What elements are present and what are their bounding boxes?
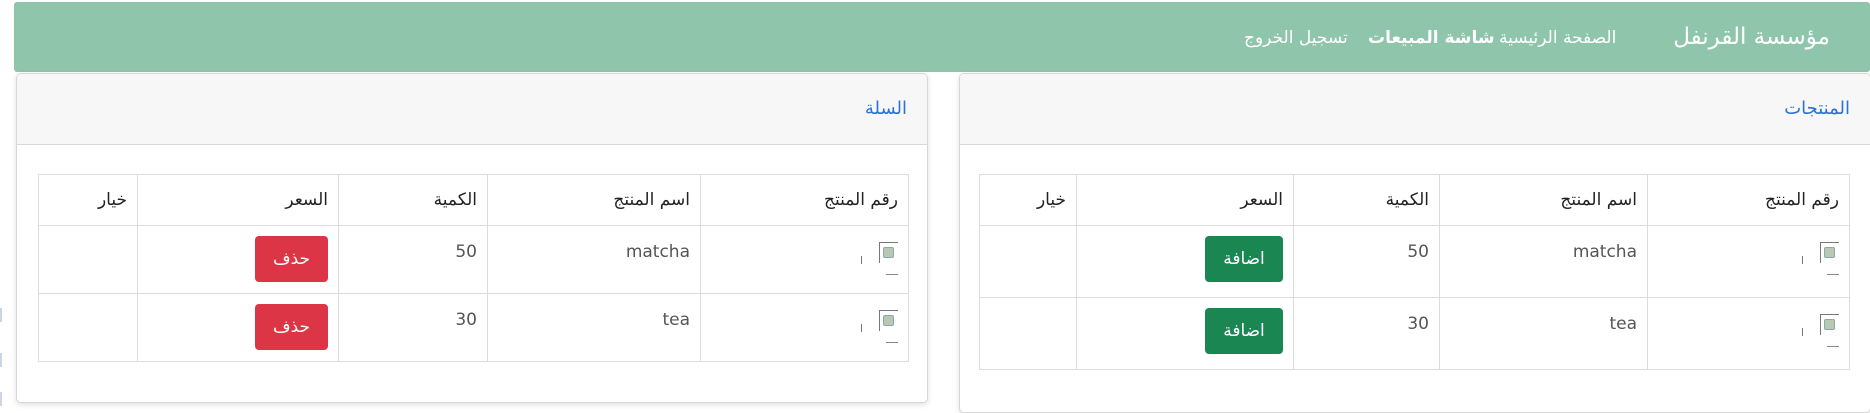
product-price-cell: اضافة (1076, 297, 1294, 370)
product-name-cell: tea (1439, 297, 1648, 370)
table-row: tea 30 حذف (38, 293, 909, 362)
product-name-cell: matcha (1439, 225, 1648, 298)
cart-name-cell: matcha (487, 225, 701, 294)
delete-button[interactable]: حذف (255, 304, 328, 350)
nav-link-logout[interactable]: تسجيل الخروج (1244, 28, 1348, 48)
cart-table: رقم المنتج اسم المنتج الكمية السعر خيار … (38, 174, 909, 362)
product-option-cell (979, 297, 1077, 370)
products-table: رقم المنتج اسم المنتج الكمية السعر خيار … (979, 174, 1850, 370)
top-navbar: مؤسسة القرنفل الصفحة الرئيسية شاشة المبي… (14, 2, 1870, 72)
products-title: المنتجات (1784, 98, 1850, 119)
col-header-product-id: رقم المنتج (700, 174, 909, 226)
broken-image-icon (1802, 242, 1839, 276)
scroll-marker (0, 353, 2, 367)
cart-option-cell (38, 293, 138, 362)
nav-link-sales[interactable]: شاشة المبيعات (1368, 28, 1495, 48)
cart-title: السلة (864, 98, 907, 119)
cart-image-cell (700, 293, 909, 362)
product-qty-cell: 50 (1293, 225, 1440, 298)
cart-header-row: رقم المنتج اسم المنتج الكمية السعر خيار (38, 174, 909, 226)
product-option-cell (979, 225, 1077, 298)
products-card-header: المنتجات (960, 74, 1870, 145)
cart-option-cell (38, 225, 138, 294)
scroll-marker (0, 392, 2, 406)
cart-image-cell (700, 225, 909, 294)
table-row: tea 30 اضافة (979, 297, 1850, 370)
col-header-price: السعر (1076, 174, 1294, 226)
col-header-product-name: اسم المنتج (487, 174, 701, 226)
table-row: matcha 50 حذف (38, 225, 909, 294)
col-header-price: السعر (137, 174, 339, 226)
add-button[interactable]: اضافة (1205, 236, 1283, 282)
cart-price-cell: حذف (137, 225, 339, 294)
table-row: matcha 50 اضافة (979, 225, 1850, 298)
cart-qty-cell: 50 (338, 225, 488, 294)
product-image-cell (1647, 297, 1850, 370)
product-image-cell (1647, 225, 1850, 298)
col-header-product-name: اسم المنتج (1439, 174, 1648, 226)
delete-button[interactable]: حذف (255, 236, 328, 282)
col-header-option: خيار (979, 174, 1077, 226)
broken-image-icon (861, 242, 898, 276)
col-header-product-id: رقم المنتج (1647, 174, 1850, 226)
cart-card: السلة رقم المنتج اسم المنتج الكمية السعر… (16, 73, 928, 403)
col-header-quantity: الكمية (1293, 174, 1440, 226)
products-header-row: رقم المنتج اسم المنتج الكمية السعر خيار (979, 174, 1850, 226)
product-price-cell: اضافة (1076, 225, 1294, 298)
broken-image-icon (1802, 314, 1839, 348)
nav-link-home[interactable]: الصفحة الرئيسية (1499, 28, 1616, 48)
cart-qty-cell: 30 (338, 293, 488, 362)
col-header-quantity: الكمية (338, 174, 488, 226)
cart-name-cell: tea (487, 293, 701, 362)
brand-title[interactable]: مؤسسة القرنفل (1673, 24, 1830, 50)
broken-image-icon (861, 310, 898, 344)
product-qty-cell: 30 (1293, 297, 1440, 370)
col-header-option: خيار (38, 174, 138, 226)
products-card: المنتجات رقم المنتج اسم المنتج الكمية ال… (959, 73, 1870, 413)
cart-card-header: السلة (17, 74, 927, 145)
cart-price-cell: حذف (137, 293, 339, 362)
add-button[interactable]: اضافة (1205, 308, 1283, 354)
scroll-marker (0, 308, 2, 322)
